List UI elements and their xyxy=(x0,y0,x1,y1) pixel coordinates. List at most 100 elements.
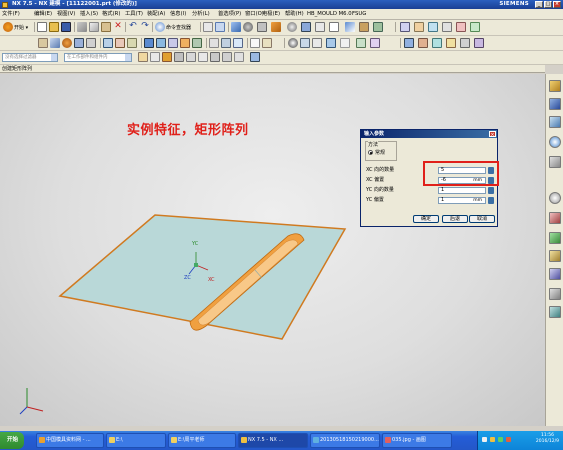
assembly-navigator-icon[interactable] xyxy=(549,80,561,92)
open-folder-icon[interactable] xyxy=(49,22,59,32)
paste-icon[interactable] xyxy=(101,22,111,32)
snap-midpoint-icon[interactable] xyxy=(174,52,184,62)
extrude-icon[interactable] xyxy=(50,38,60,48)
snap-center-icon[interactable] xyxy=(186,52,196,62)
sphere-icon[interactable] xyxy=(287,22,297,32)
offset-face-icon[interactable] xyxy=(233,38,243,48)
menu-preferences[interactable]: 首选项(P) xyxy=(218,10,241,18)
web-browser-icon[interactable] xyxy=(549,156,561,168)
menu-edit[interactable]: 编辑(E) xyxy=(34,10,52,18)
menu-info[interactable]: 信息(I) xyxy=(170,10,186,18)
command-finder-label[interactable]: 命令查找器 xyxy=(166,24,191,31)
subtract-icon[interactable] xyxy=(115,38,125,48)
security-icon[interactable] xyxy=(498,437,503,442)
yc-offset-input[interactable]: 1 mm xyxy=(438,197,486,204)
datum-plane-icon[interactable] xyxy=(250,38,260,48)
taskbar-item-nx[interactable]: NX 7.5 - NX ... xyxy=(238,433,308,448)
yc-count-input[interactable]: 1 xyxy=(438,187,486,194)
datum-axis-icon[interactable] xyxy=(262,38,272,48)
taskbar-item-image-viewer[interactable]: 20130518150219000... xyxy=(310,433,380,448)
history-icon[interactable] xyxy=(549,192,561,204)
yc-offset-spinner[interactable] xyxy=(488,197,494,204)
intersect-icon[interactable] xyxy=(127,38,137,48)
snap-quadrant-icon[interactable] xyxy=(222,52,232,62)
unite-icon[interactable] xyxy=(103,38,113,48)
snap-control-icon[interactable] xyxy=(198,52,208,62)
ok-button[interactable]: 确定 xyxy=(413,215,439,223)
command-finder-icon[interactable] xyxy=(155,22,165,32)
redo-icon[interactable]: ↷ xyxy=(140,22,150,32)
menu-electrode[interactable]: 电极(E) xyxy=(262,10,280,18)
taskbar-item-explorer-teacher[interactable]: E:\周平老师 xyxy=(168,433,236,448)
select-all-icon[interactable] xyxy=(150,52,160,62)
start-button[interactable]: 开始 xyxy=(0,432,24,449)
snap-existing-point-icon[interactable] xyxy=(250,52,260,62)
shell-icon[interactable] xyxy=(168,38,178,48)
cancel-button[interactable]: 取消 xyxy=(469,215,495,223)
mirror-icon[interactable] xyxy=(192,38,202,48)
taskbar-item-explorer-e[interactable]: E:\ xyxy=(106,433,166,448)
back-button[interactable]: 后退 xyxy=(442,215,468,223)
sketch-icon[interactable] xyxy=(38,38,48,48)
edge-blend-icon[interactable] xyxy=(144,38,154,48)
process-studio-icon[interactable] xyxy=(549,306,561,318)
window-icon[interactable] xyxy=(203,22,213,32)
menu-view[interactable]: 视图(V) xyxy=(57,10,75,18)
n-sided-icon[interactable] xyxy=(474,38,484,48)
bounded-plane-icon[interactable] xyxy=(460,38,470,48)
surface-icon[interactable] xyxy=(404,38,414,48)
boss-icon[interactable] xyxy=(86,38,96,48)
expression-icon[interactable] xyxy=(370,38,380,48)
part-nav-icon[interactable] xyxy=(400,22,410,32)
hole-icon[interactable] xyxy=(74,38,84,48)
save-icon[interactable] xyxy=(61,22,71,32)
check-icon[interactable] xyxy=(470,22,480,32)
yc-count-spinner[interactable] xyxy=(488,187,494,194)
taskbar-item-browser[interactable]: 中国模具资料网 - ... xyxy=(36,433,104,448)
instance-feature-icon[interactable] xyxy=(180,38,190,48)
measure-icon[interactable] xyxy=(442,22,452,32)
chevron-down-icon[interactable] xyxy=(51,54,57,61)
maximize-button[interactable]: □ xyxy=(544,1,552,8)
menu-file[interactable]: 文件(F) xyxy=(2,10,20,18)
menu-fsug[interactable]: FSUG xyxy=(352,10,366,18)
analysis-icon[interactable] xyxy=(456,22,466,32)
edit-object-icon[interactable] xyxy=(356,38,366,48)
layer-icon[interactable] xyxy=(373,22,383,32)
visualization-icon[interactable] xyxy=(549,268,561,280)
style-icon[interactable] xyxy=(345,22,355,32)
copy-icon[interactable] xyxy=(89,22,99,32)
layout-icon[interactable] xyxy=(215,22,225,32)
cube-view-icon[interactable] xyxy=(257,22,267,32)
general-select-icon[interactable] xyxy=(138,52,148,62)
constraint-navigator-icon[interactable] xyxy=(549,98,561,110)
taskbar-item-paint[interactable]: 035.jpg - 画图 xyxy=(382,433,452,448)
ruled-icon[interactable] xyxy=(446,38,456,48)
camera-icon[interactable] xyxy=(301,22,311,32)
rotate-icon[interactable] xyxy=(243,22,253,32)
sew-icon[interactable] xyxy=(432,38,442,48)
part-navigator-icon[interactable] xyxy=(549,116,561,128)
shaded-icon[interactable] xyxy=(271,22,281,32)
menu-insert[interactable]: 插入(S) xyxy=(80,10,98,18)
snap-point-icon[interactable] xyxy=(288,38,298,48)
delete-icon[interactable]: ✕ xyxy=(113,22,123,32)
selection-scope-combo[interactable]: 在工作部件和组件内 xyxy=(64,53,132,62)
network-icon[interactable] xyxy=(482,437,487,442)
color-icon[interactable] xyxy=(340,38,350,48)
menu-format[interactable]: 格式(R) xyxy=(102,10,120,18)
type-filter-combo[interactable]: 没有选择过滤器 xyxy=(2,53,58,62)
render-icon[interactable] xyxy=(315,22,325,32)
through-curves-icon[interactable] xyxy=(418,38,428,48)
snap-endpoint-icon[interactable] xyxy=(162,52,172,62)
input-method-icon[interactable] xyxy=(506,437,511,442)
grid-icon[interactable] xyxy=(312,38,322,48)
new-file-icon[interactable] xyxy=(37,22,47,32)
dialog-close-button[interactable]: × xyxy=(489,131,496,138)
reuse-library-icon[interactable] xyxy=(549,136,561,148)
volume-icon[interactable] xyxy=(490,437,495,442)
cut-icon[interactable] xyxy=(77,22,87,32)
wcs-icon[interactable] xyxy=(300,38,310,48)
minimize-button[interactable]: _ xyxy=(535,1,543,8)
method-radio-general[interactable] xyxy=(368,150,373,155)
